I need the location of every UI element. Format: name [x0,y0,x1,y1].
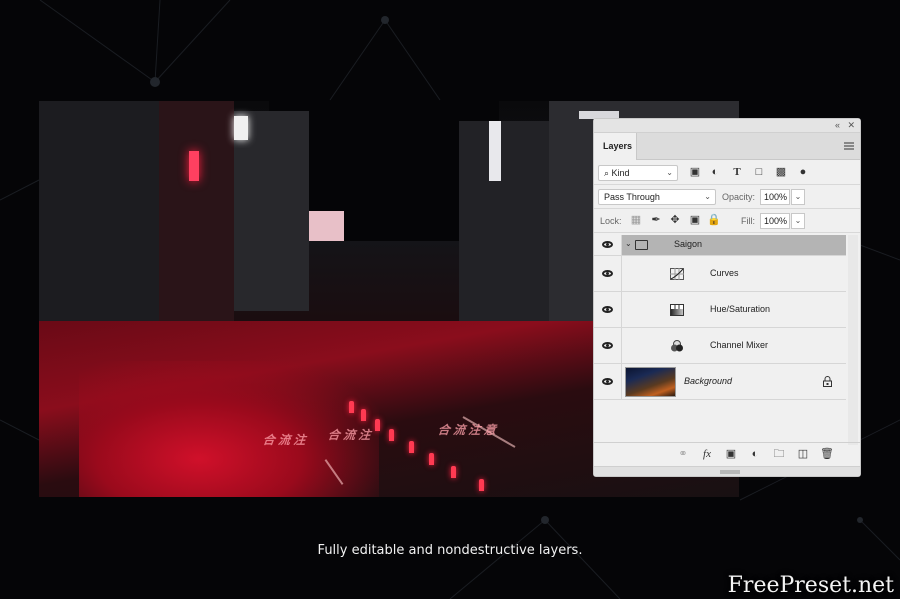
adjustment-filter-icon[interactable]: ◐ [708,165,722,179]
lock-row: Lock: ▦ ✒ ✥ ▣ 🔒 Fill: 100% ⌄ [594,209,860,233]
type-filter-icon[interactable]: T [730,165,744,179]
chevron-down-icon[interactable]: ⌄ [625,239,632,248]
divider [621,292,622,327]
lock-position-icon[interactable]: ✥ [668,213,682,227]
new-layer-icon[interactable]: ◫ [796,447,810,461]
scrollbar-thumb[interactable] [720,470,740,474]
photo-traffic-cone [429,453,434,465]
blend-mode-select[interactable]: Pass Through ⌄ [598,189,716,205]
divider [621,235,622,255]
fill-input[interactable]: 100% [760,213,790,229]
caption-text: Fully editable and nondestructive layers… [317,543,583,558]
layer-hue-saturation[interactable]: Hue/Saturation [594,292,846,328]
layer-curves[interactable]: Curves [594,256,846,292]
visibility-eye-icon[interactable] [602,269,613,277]
filter-kind-label: Kind [611,168,630,178]
photo-lit-sign [234,116,248,140]
blend-row: Pass Through ⌄ Opacity: 100% ⌄ [594,185,860,209]
layer-name: Hue/Saturation [710,303,771,314]
photo-road-marking: 合 流 注 [326,428,375,442]
photo-road-marking: 合 流 注 [261,433,310,447]
curves-icon [670,267,684,280]
new-group-icon[interactable]: 🗀 [772,447,786,461]
photo-traffic-cone [451,466,456,478]
photo-building-right-1 [459,121,549,331]
link-layers-icon[interactable]: ⚭ [676,447,690,461]
chevron-down-icon: ⌄ [704,192,711,201]
delete-layer-icon[interactable]: 🗑 [820,447,834,461]
visibility-eye-icon[interactable] [602,377,613,385]
collapse-icon[interactable]: « [835,120,840,130]
layer-name: Curves [710,267,739,278]
divider [621,256,622,291]
layer-group-saigon[interactable]: ⌄ Saigon [594,235,846,256]
photo-traffic-cone [361,409,366,421]
layer-background[interactable]: Background [594,364,846,400]
fx-icon[interactable]: fx [700,447,714,461]
filter-kind-select[interactable]: ⌕ Kind ⌄ [598,165,678,181]
lock-label: Lock: [600,216,622,226]
divider [621,328,622,363]
photo-traffic-cone [479,479,484,491]
photo-lit-sign [489,121,501,181]
photo-traffic-cone [349,401,354,413]
photo-lit-sign [189,151,199,181]
photo-traffic-cone [389,429,394,441]
opacity-label: Opacity: [722,192,756,202]
group-highlight [622,235,846,255]
blend-mode-value: Pass Through [604,192,660,202]
lock-icon [823,375,832,387]
divider [621,364,622,399]
photo-road-marking: 合 流 注 意 [436,423,500,437]
horizontal-scrollbar[interactable] [594,466,860,476]
folder-icon [635,240,648,250]
opacity-dropdown[interactable]: ⌄ [791,189,805,205]
photo-traffic-cone [375,419,380,431]
smart-object-filter-icon[interactable]: ▩ [774,165,788,179]
tab-layers[interactable]: Layers [594,133,637,160]
filter-toggle[interactable]: ● [796,165,810,179]
layers-panel: « ✕ Layers ⌕ Kind ⌄ ▣ ◐ T □ ▩ ● Pass Thr… [593,118,861,477]
layer-thumbnail [625,367,676,397]
lock-transparent-pixels-icon[interactable]: ▦ [629,213,643,227]
layer-channel-mixer[interactable]: Channel Mixer [594,328,846,364]
watermark: FreePreset.net [727,573,894,598]
image-filter-icon[interactable]: ▣ [688,165,702,179]
panel-titlebar[interactable]: « ✕ [594,119,860,133]
panel-menu-icon[interactable] [844,142,854,150]
visibility-eye-icon[interactable] [602,241,613,248]
lock-all-icon[interactable]: 🔒 [707,213,721,227]
chevron-down-icon: ⌄ [666,168,673,177]
add-mask-icon[interactable]: ▣ [724,447,738,461]
new-adjustment-icon[interactable]: ◐ [748,447,762,461]
hue-saturation-icon [670,303,684,316]
photo-traffic-cone [409,441,414,453]
shape-filter-icon[interactable]: □ [752,165,766,179]
photo-building-mid [234,111,309,311]
panel-tab-row: Layers [594,133,860,160]
lock-artboard-icon[interactable]: ▣ [688,213,702,227]
visibility-eye-icon[interactable] [602,305,613,313]
fill-dropdown[interactable]: ⌄ [791,213,805,229]
lock-image-pixels-icon[interactable]: ✒ [649,213,663,227]
photo-building-red [159,101,234,341]
fill-label: Fill: [741,216,755,226]
opacity-input[interactable]: 100% [760,189,790,205]
close-icon[interactable]: ✕ [847,120,855,131]
layer-name: Channel Mixer [710,339,769,350]
panel-footer: ⚭ fx ▣ ◐ 🗀 ◫ 🗑 [594,442,860,464]
search-icon: ⌕ [604,168,612,178]
photo-billboard [309,211,344,241]
layers-scrollbar[interactable] [848,235,858,445]
filter-row: ⌕ Kind ⌄ ▣ ◐ T □ ▩ ● [594,161,860,185]
visibility-eye-icon[interactable] [602,341,613,349]
layer-name: Saigon [674,239,703,249]
channel-mixer-icon [671,339,683,351]
layer-name: Background [684,375,733,386]
